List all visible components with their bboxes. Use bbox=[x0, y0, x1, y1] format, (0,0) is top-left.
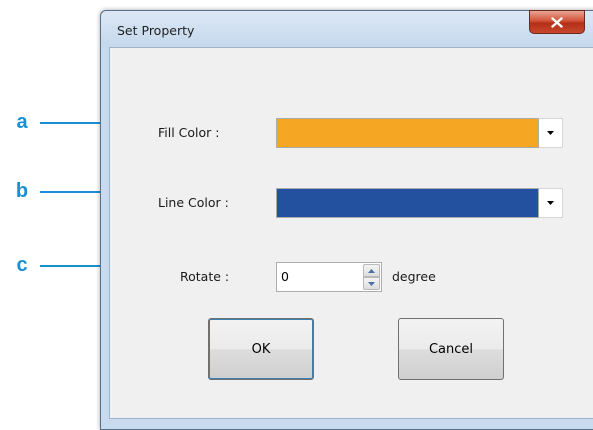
line-color-swatch bbox=[276, 188, 539, 218]
cancel-button[interactable]: Cancel bbox=[398, 318, 504, 380]
rotate-unit-label: degree bbox=[392, 269, 436, 284]
line-color-label: Line Color : bbox=[158, 195, 229, 210]
rotate-spin-buttons bbox=[363, 264, 380, 290]
fill-color-swatch bbox=[276, 118, 539, 148]
line-color-dropdown[interactable] bbox=[276, 188, 563, 218]
callout-letter-c: c bbox=[16, 254, 28, 276]
rotate-label: Rotate : bbox=[180, 269, 230, 284]
rotate-increment-button[interactable] bbox=[363, 264, 380, 277]
rotate-decrement-button[interactable] bbox=[363, 277, 380, 290]
close-x-icon bbox=[551, 16, 563, 28]
ok-button[interactable]: OK bbox=[208, 318, 314, 380]
close-button[interactable] bbox=[529, 10, 585, 34]
dropdown-arrow-icon bbox=[547, 201, 554, 205]
arrow-up-icon bbox=[368, 268, 375, 273]
fill-color-label: Fill Color : bbox=[158, 125, 220, 140]
rotate-value[interactable]: 0 bbox=[281, 269, 289, 284]
callout-letter-a: a bbox=[16, 111, 28, 133]
callout-letter-b: b bbox=[15, 180, 29, 202]
fill-color-dropdown-arrow[interactable] bbox=[539, 118, 563, 148]
dialog-title: Set Property bbox=[117, 23, 195, 38]
fill-color-dropdown[interactable] bbox=[276, 118, 563, 148]
set-property-dialog: Set Property Fill Color : Line Color : R… bbox=[100, 10, 593, 430]
arrow-down-icon bbox=[368, 281, 375, 286]
dropdown-arrow-icon bbox=[547, 131, 554, 135]
title-bar[interactable]: Set Property bbox=[101, 10, 593, 47]
dialog-content: Fill Color : Line Color : Rotate : 0 deg… bbox=[109, 47, 593, 419]
rotate-spinbox[interactable]: 0 bbox=[276, 262, 382, 292]
line-color-dropdown-arrow[interactable] bbox=[539, 188, 563, 218]
